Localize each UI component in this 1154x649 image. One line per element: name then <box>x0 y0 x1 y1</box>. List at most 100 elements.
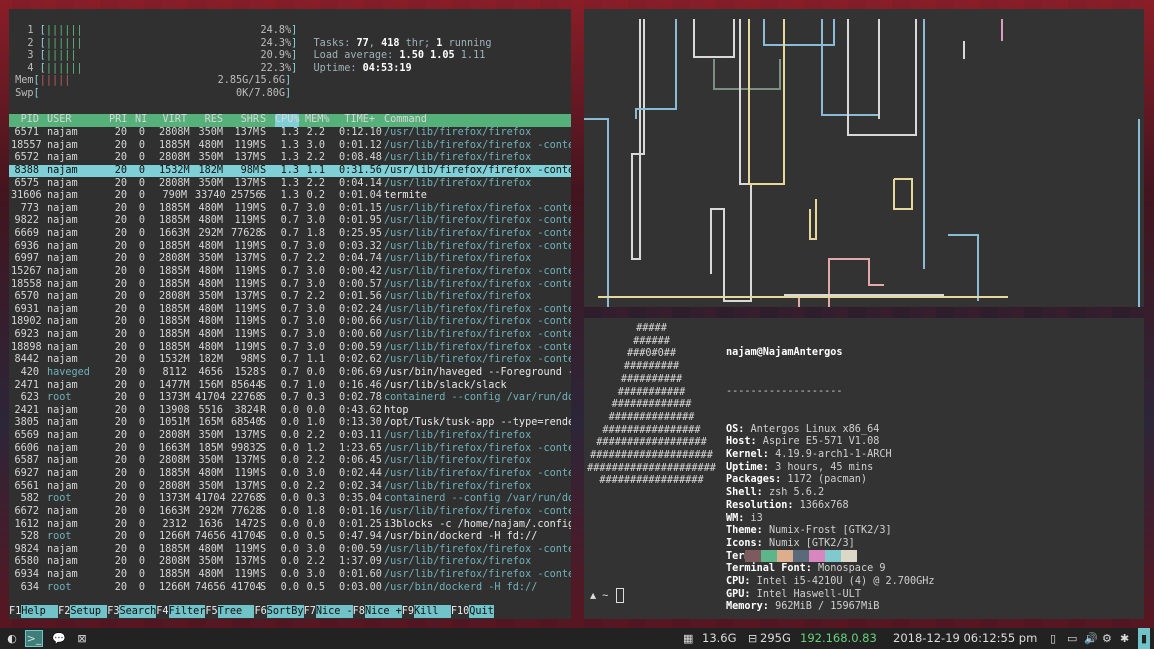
column-header[interactable]: VIRT <box>159 114 187 127</box>
fkey-f2[interactable]: F2 <box>58 605 71 618</box>
table-row[interactable]: 6571 najam 20 0 2808M 350M 137M S 1.3 2.2 0:12.10/… <box>9 127 571 140</box>
table-row[interactable]: 6672 najam 20 0 1663M 292M 77628 S 0.0 1.8 0:01.16… <box>9 506 571 519</box>
cell: 3.0 <box>306 316 325 328</box>
table-row[interactable]: 6669 najam 20 0 1663M 292M 77628 S 0.7 1.8 0:25.95… <box>9 228 571 241</box>
info-field: WM: i3 <box>726 512 763 524</box>
table-row[interactable]: 3805 najam 20 0 1051M 165M 68540 S 0.0 1.0 0:13.30… <box>9 417 571 430</box>
table-row[interactable]: 634 root 20 0 1266M 74656 41704 S 0.0 0.5 0:03.00/… <box>9 582 571 595</box>
fkey-label[interactable]: Search <box>119 605 157 618</box>
cell: /usr/lib/firefox/firefox -conte <box>384 164 571 176</box>
column-header[interactable]: NI <box>135 114 147 127</box>
fkey-f10[interactable]: F10 <box>450 605 470 618</box>
fkey-f4[interactable]: F4 <box>156 605 169 618</box>
cell: 0.0 <box>280 404 299 416</box>
column-header[interactable]: PID <box>11 114 39 127</box>
table-row[interactable]: 6927 najam 20 0 1885M 480M 119M S 0.0 3.0 0:02.44/… <box>9 468 571 481</box>
settings-icon[interactable]: ⚙ <box>1102 628 1112 649</box>
table-row[interactable]: 6606 najam 20 0 1663M 185M 99832 S 0.0 1.2 1:23.65… <box>9 443 571 456</box>
fkey-label[interactable]: Filter <box>168 605 206 618</box>
column-header[interactable]: Command <box>384 114 571 127</box>
fkey-f8[interactable]: F8 <box>352 605 365 618</box>
fkey-label[interactable]: Tree <box>217 605 255 618</box>
fkey-f3[interactable]: F3 <box>107 605 120 618</box>
table-row[interactable]: 6931 najam 20 0 1885M 480M 119M S 0.7 3.0 0:02.24/… <box>9 304 571 317</box>
cell: 2808M <box>159 127 190 138</box>
table-row[interactable]: 6587 najam 20 0 2808M 350M 137M S 0.0 2.2 0:06.45/… <box>9 455 571 468</box>
column-header[interactable]: CPU% <box>275 114 300 127</box>
fkey-label[interactable]: Setup <box>70 605 108 618</box>
htop-terminal[interactable]: 1 [|||||| 24.8%] 2 [|||||| 24.3%] 3 [|||… <box>9 9 571 619</box>
function-key-bar[interactable]: F1Help F2Setup F3SearchF4FilterF5Tree F6… <box>9 605 571 618</box>
cell: 182M <box>198 354 223 366</box>
cell: 20 <box>114 139 127 151</box>
table-row[interactable]: 6575 najam 20 0 2808M 350M 137M S 1.3 2.2 0:04.14/… <box>9 178 571 191</box>
table-row[interactable]: 6572 najam 20 0 2808M 350M 137M S 1.3 2.2 0:08.48/… <box>9 152 571 165</box>
workspace-terminal-icon[interactable]: >_ <box>25 630 43 647</box>
table-row[interactable]: 18902 najam 20 0 1885M 480M 119M S 0.7 3.0 0:00.66… <box>9 316 571 329</box>
table-row[interactable]: 9822 najam 20 0 1885M 480M 119M S 0.7 3.0 0:01.95/… <box>9 215 571 228</box>
workspace-1-icon[interactable]: ◐ <box>3 630 21 647</box>
table-row[interactable]: 2421 najam 20 0 13908 5516 3824 R 0.0 0.0 0:43.62 h… <box>9 405 571 418</box>
tray-icon[interactable]: ▮ <box>1138 628 1150 649</box>
cell: 0 <box>138 518 145 530</box>
table-row[interactable]: 18898 najam 20 0 1885M 480M 119M S 0.7 3.0 0:00.59… <box>9 342 571 355</box>
column-header[interactable]: S <box>260 114 270 127</box>
fkey-f5[interactable]: F5 <box>205 605 218 618</box>
fkey-label[interactable]: Help <box>21 605 59 618</box>
column-header[interactable]: TIME+ <box>339 114 375 127</box>
column-header[interactable]: RES <box>195 114 223 127</box>
column-header[interactable]: USER <box>47 114 107 127</box>
fkey-f1[interactable]: F1 <box>9 605 22 618</box>
table-row[interactable]: 6936 najam 20 0 1885M 480M 119M S 0.7 3.0 0:03.32/… <box>9 241 571 254</box>
display-icon[interactable]: ▭ <box>1067 628 1077 649</box>
column-header[interactable]: PRI <box>109 114 127 127</box>
table-row[interactable]: 623 root 20 0 1373M 41704 22768 S 0.7 0.3 0:02.78 c… <box>9 392 571 405</box>
fkey-label[interactable]: Nice + <box>364 605 402 618</box>
column-header[interactable]: MEM% <box>305 114 330 127</box>
table-row[interactable]: 6570 najam 20 0 2808M 350M 137M S 0.7 2.2 0:01.56/… <box>9 291 571 304</box>
table-row[interactable]: 18557 najam 20 0 1885M 480M 119M S 1.3 3.0 0:01.12… <box>9 140 571 153</box>
workspace-chat-icon[interactable]: 💬 <box>50 630 68 647</box>
fkey-label[interactable]: SortBy <box>266 605 304 618</box>
volume-icon[interactable]: 🔊 <box>1084 628 1098 649</box>
column-header[interactable]: SHR <box>231 114 259 127</box>
meter-label: Mem <box>9 75 34 87</box>
table-row[interactable]: 8388 najam 20 0 1532M 182M 98M S 1.3 1.1 0:31.56/u… <box>9 164 571 178</box>
table-row[interactable]: 6934 najam 20 0 1885M 480M 119M S 0.0 3.0 0:01.60/… <box>9 569 571 582</box>
fkey-label[interactable]: Quit <box>469 605 494 618</box>
clipboard-icon[interactable]: ▯ <box>1050 628 1056 649</box>
table-row[interactable]: 6923 najam 20 0 1885M 480M 119M S 0.7 3.0 0:00.60/… <box>9 329 571 342</box>
table-row[interactable]: 8442 najam 20 0 1532M 182M 98M S 0.7 1.1 0:02.62/u… <box>9 354 571 367</box>
table-row[interactable]: 2471 najam 20 0 1477M 156M 85644 S 0.7 1.0 0:16.46… <box>9 380 571 393</box>
table-row[interactable]: 1612 najam 20 0 2312 1636 1472 S 0.0 0.0 0:01.25 i3… <box>9 519 571 532</box>
fkey-f7[interactable]: F7 <box>303 605 316 618</box>
neofetch-terminal[interactable]: ##### ###### ###0#0## ######### ########## ##… <box>584 318 1144 619</box>
workspace-media-icon[interactable]: ⊠ <box>73 630 91 647</box>
cell: 6571 <box>14 127 39 138</box>
table-row[interactable]: 18558 najam 20 0 1885M 480M 119M S 0.7 3.0 0:00.57… <box>9 279 571 292</box>
table-row[interactable]: 6561 najam 20 0 2808M 350M 137M S 0.0 2.2 0:02.34/… <box>9 481 571 494</box>
shell-prompt[interactable]: ▲ ~ <box>590 588 625 603</box>
cell: 2.2 <box>306 455 325 467</box>
fkey-label[interactable]: Kill <box>414 605 451 618</box>
table-row[interactable]: 582 root 20 0 1373M 41704 22768 S 0.0 0.3 0:35.04 c… <box>9 493 571 506</box>
table-row[interactable]: 6997 najam 20 0 2808M 350M 137M S 0.7 2.2 0:04.74/… <box>9 253 571 266</box>
table-row[interactable]: 773 najam 20 0 1885M 480M 119M S 0.7 3.0 0:01.15/u… <box>9 203 571 216</box>
table-row[interactable]: 6580 najam 20 0 2808M 350M 137M S 0.0 2.2 1:37.09/… <box>9 556 571 569</box>
cell: 20 <box>114 164 127 176</box>
network-icon[interactable]: ✱ <box>1120 628 1129 649</box>
fkey-f6[interactable]: F6 <box>254 605 267 618</box>
table-row[interactable]: 6569 najam 20 0 2808M 350M 137M S 0.0 2.2 0:03.11/… <box>9 430 571 443</box>
logo-line: ################## <box>596 437 707 449</box>
table-row[interactable]: 528 root 20 0 1266M 74656 41704 S 0.0 0.5 0:47.94/… <box>9 531 571 544</box>
table-row[interactable]: 9824 najam 20 0 1885M 480M 119M S 0.0 3.0 0:00.59/… <box>9 544 571 557</box>
fkey-label[interactable]: Nice - <box>315 605 353 618</box>
table-row[interactable]: 31606 najam 20 0 790M 33740 25756 S 1.3 0.2 0:01.0… <box>9 190 571 203</box>
fkey-f9[interactable]: F9 <box>401 605 415 618</box>
cell: 0:12.10 <box>339 127 382 138</box>
table-row[interactable]: 15267 najam 20 0 1885M 480M 119M S 0.7 3.0 0:00.42… <box>9 266 571 279</box>
cell: 0:47.94 <box>339 531 382 543</box>
table-row[interactable]: 420 haveged 20 0 8112 4656 1528 S 0.7 0.0 0:06.69/… <box>9 367 571 380</box>
pipes-terminal[interactable] <box>584 9 1144 307</box>
process-table-header[interactable]: PID USER PRI NI VIRT RES SHR S CPU% MEM% TIME+ Comm… <box>9 114 571 127</box>
